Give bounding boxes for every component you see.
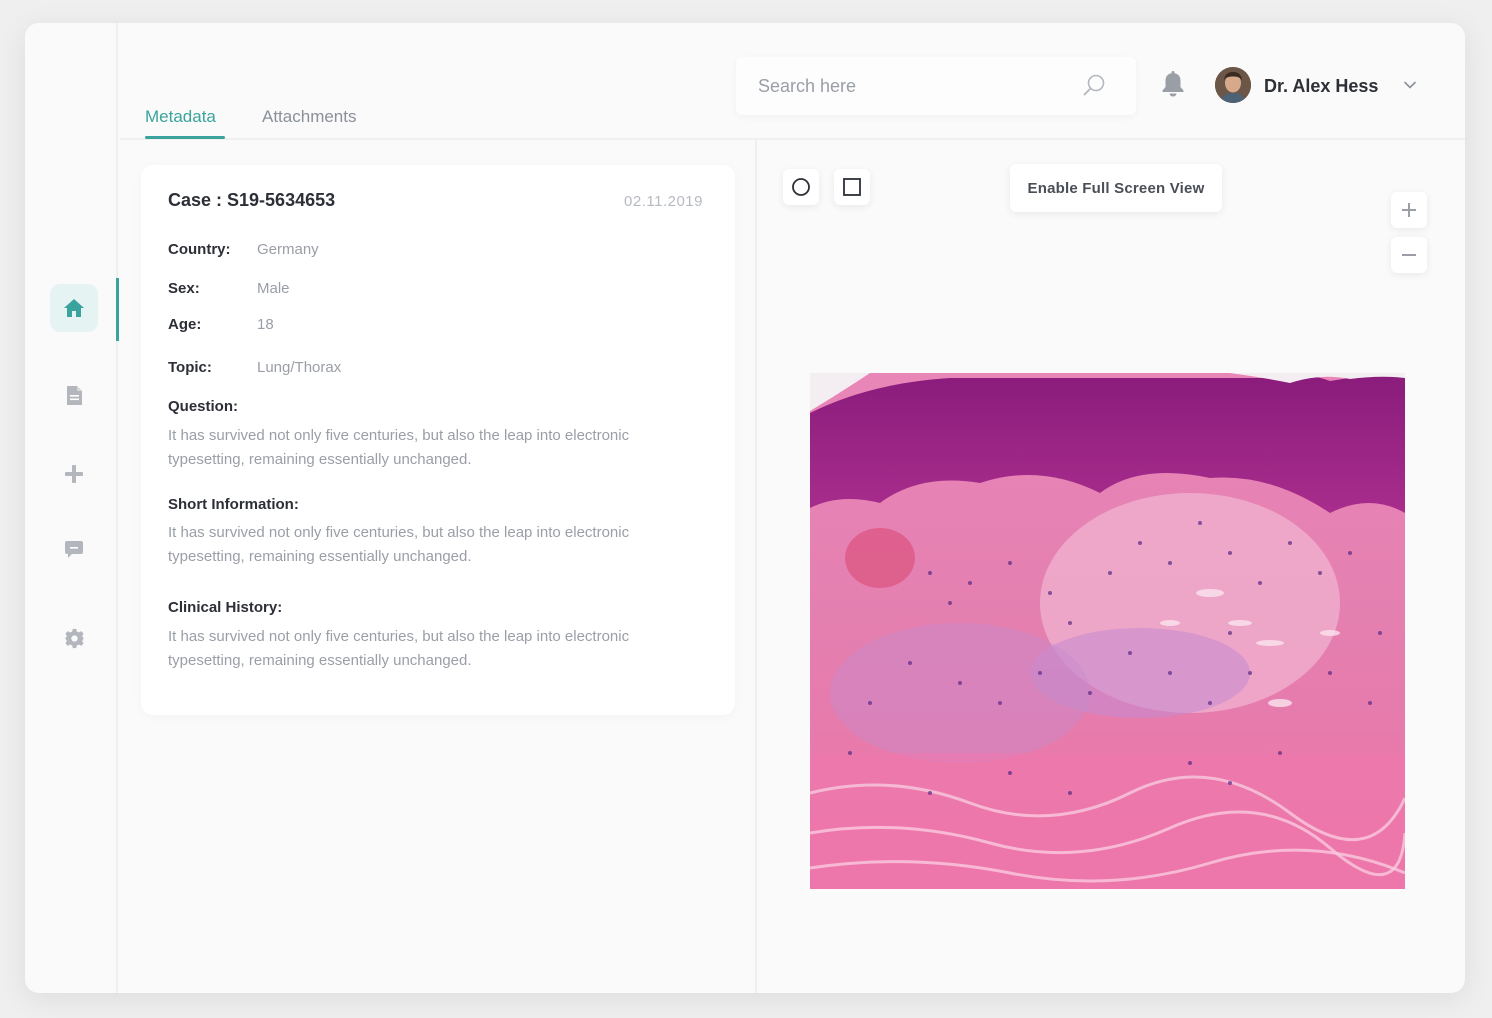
- short-information-label: Short Information:: [168, 496, 299, 513]
- chat-icon: [65, 541, 83, 558]
- tab-attachments[interactable]: Attachments: [262, 107, 357, 127]
- tab-metadata[interactable]: Metadata: [145, 107, 216, 127]
- avatar-image: [1215, 67, 1251, 103]
- avatar[interactable]: [1215, 67, 1251, 103]
- sex-label: Sex:: [168, 280, 200, 297]
- zoom-in-icon: [1402, 203, 1416, 217]
- app-window: Metadata Attachments Dr. Alex Hess: [25, 23, 1465, 993]
- zoom-in-button[interactable]: [1391, 192, 1427, 228]
- chevron-down-icon[interactable]: [1404, 81, 1416, 89]
- circle-tool-icon: [792, 178, 810, 196]
- plus-icon: [65, 465, 83, 483]
- tissue-image: [810, 373, 1405, 889]
- sidebar-item-documents[interactable]: [50, 371, 98, 419]
- sidebar-item-home[interactable]: [50, 284, 98, 332]
- topic-value: Lung/Thorax: [257, 359, 342, 376]
- square-tool-button[interactable]: [834, 169, 870, 205]
- image-viewer: Enable Full Screen View: [757, 140, 1465, 993]
- zoom-out-icon: [1402, 254, 1416, 256]
- search-input[interactable]: [758, 57, 1078, 115]
- age-label: Age:: [168, 316, 202, 333]
- clinical-history-label: Clinical History:: [168, 599, 283, 616]
- document-icon: [66, 385, 82, 405]
- sidebar-item-add[interactable]: [50, 450, 98, 498]
- sidebar-item-settings[interactable]: [50, 614, 98, 662]
- question-label: Question:: [168, 398, 238, 415]
- active-tab-underline: [145, 136, 225, 139]
- search-icon[interactable]: [1082, 73, 1106, 97]
- country-value: Germany: [257, 241, 319, 258]
- case-date: 02.11.2019: [624, 193, 703, 210]
- active-nav-indicator: [116, 278, 119, 341]
- search-box: [736, 57, 1136, 115]
- age-value: 18: [257, 316, 274, 333]
- home-icon: [64, 299, 84, 317]
- sidebar: [25, 23, 118, 993]
- question-text: It has survived not only five centuries,…: [168, 427, 630, 468]
- zoom-out-button[interactable]: [1391, 237, 1427, 273]
- gear-icon: [64, 628, 84, 648]
- clinical-history-text: It has survived not only five centuries,…: [168, 628, 630, 669]
- case-card: Case : S19-5634653 02.11.2019 Country: G…: [141, 165, 735, 715]
- sidebar-item-messages[interactable]: [50, 525, 98, 573]
- user-name[interactable]: Dr. Alex Hess: [1264, 76, 1378, 97]
- histology-slide-image[interactable]: [810, 373, 1405, 889]
- sex-value: Male: [257, 280, 290, 297]
- case-title: Case : S19-5634653: [168, 190, 336, 210]
- top-bar: Metadata Attachments Dr. Alex Hess: [120, 23, 1465, 140]
- circle-tool-button[interactable]: [783, 169, 819, 205]
- country-label: Country:: [168, 241, 231, 258]
- topic-label: Topic:: [168, 359, 212, 376]
- bell-icon[interactable]: [1160, 69, 1186, 97]
- fullscreen-button[interactable]: Enable Full Screen View: [1010, 164, 1222, 212]
- square-tool-icon: [843, 178, 861, 196]
- short-information-text: It has survived not only five centuries,…: [168, 524, 630, 565]
